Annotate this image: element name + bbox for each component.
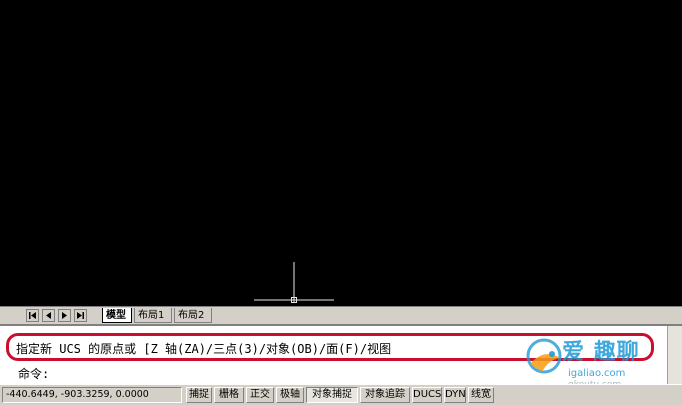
tab-layout1[interactable]: 布局1 [134,308,172,323]
layout-tab-bar: 模型 布局1 布局2 [0,306,682,325]
crosshair-cursor-icon [254,262,334,303]
coordinate-readout: -440.6449, -903.3259, 0.0000 [2,387,182,403]
next-layout-button[interactable] [58,309,71,322]
lineweight-toggle[interactable]: 线宽 [468,387,494,403]
last-layout-icon [77,312,84,319]
watermark-brand: 爱 趣聊 [562,340,640,365]
command-prompt-text: 指定新 UCS 的原点或 [Z 轴(ZA)/三点(3)/对象(OB)/面(F)/… [16,342,392,356]
tab-model[interactable]: 模型 [102,308,132,323]
snap-toggle[interactable]: 捕捉 [186,387,212,403]
command-input-label[interactable]: 命令: [18,365,49,382]
first-layout-button[interactable] [26,309,39,322]
last-layout-button[interactable] [74,309,87,322]
drawing-canvas[interactable] [0,0,682,306]
grid-toggle[interactable]: 栅格 [214,387,244,403]
status-bar: -440.6449, -903.3259, 0.0000 捕捉 栅格 正交 极轴… [0,384,682,405]
bird-logo-icon [526,338,562,374]
osnap-toggle[interactable]: 对象捕捉 [306,387,358,403]
next-layout-icon [62,312,67,319]
polar-toggle[interactable]: 极轴 [276,387,304,403]
tab-layout2[interactable]: 布局2 [174,308,212,323]
ducs-toggle[interactable]: DUCS [412,387,442,403]
prev-layout-button[interactable] [42,309,55,322]
dyn-toggle[interactable]: DYN [444,387,466,403]
otrack-toggle[interactable]: 对象追踪 [360,387,410,403]
watermark-site: igaliao.com [568,368,626,379]
prev-layout-icon [46,312,51,319]
first-layout-icon [29,312,36,319]
watermark-logo: 爱 趣聊 igaliao.com qkoutu.com [522,326,682,390]
ortho-toggle[interactable]: 正交 [246,387,274,403]
